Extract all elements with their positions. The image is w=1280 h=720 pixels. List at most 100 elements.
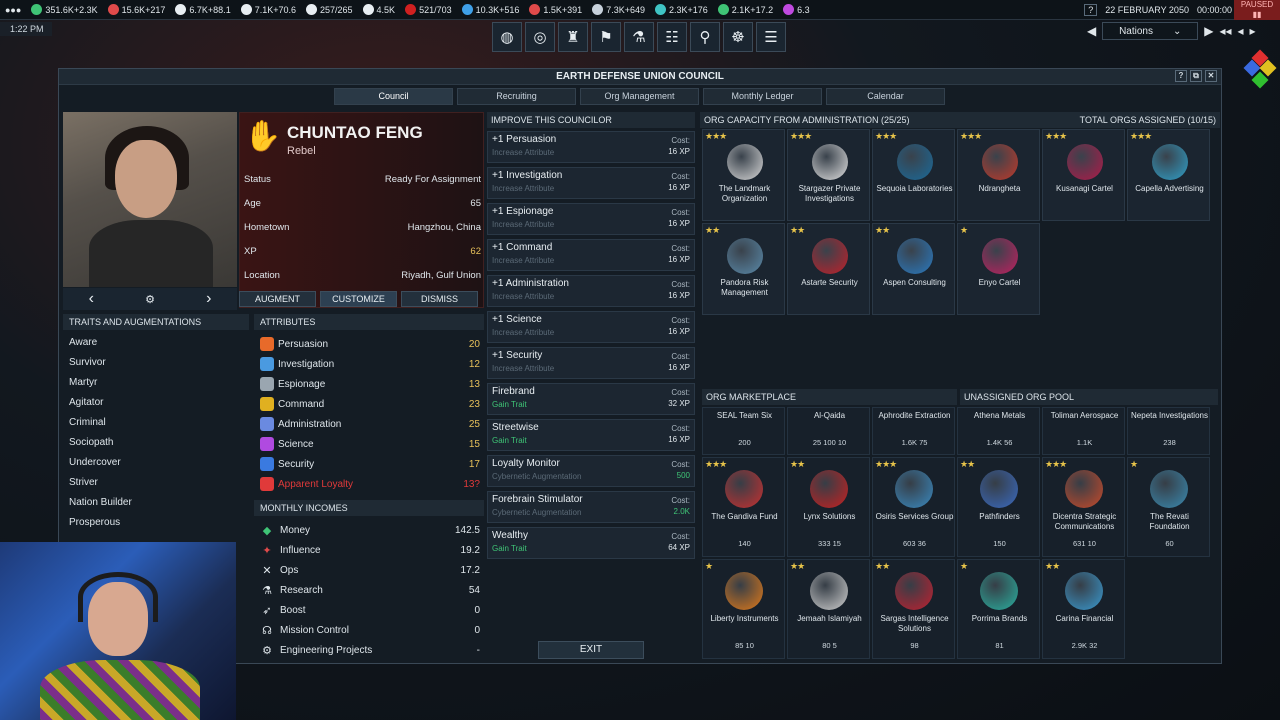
resource-5[interactable]: 4.5K <box>358 0 401 20</box>
close-icon[interactable]: ✕ <box>1205 70 1217 82</box>
globe-icon[interactable]: ◍ <box>492 22 522 52</box>
menu-dots[interactable]: ●●● <box>0 0 26 20</box>
trait-item[interactable]: Prosperous <box>63 513 249 533</box>
pin-icon[interactable]: ⚲ <box>690 22 720 52</box>
org-card[interactable]: ★★★ Capella Advertising <box>1127 129 1210 221</box>
trait-item[interactable]: Nation Builder <box>63 493 249 513</box>
log-icon[interactable]: ☰ <box>756 22 786 52</box>
improve-option[interactable]: Forebrain Stimulator Cybernetic Augmentat… <box>487 491 695 523</box>
resource-11[interactable]: 2.1K+17.2 <box>713 0 778 20</box>
improve-option[interactable]: Loyalty Monitor Cybernetic Augmentation Co… <box>487 455 695 487</box>
target-icon[interactable]: ◎ <box>525 22 555 52</box>
rewind-icon[interactable]: ◂◂ <box>1219 24 1231 38</box>
trait-item[interactable]: Martyr <box>63 373 249 393</box>
council-icon[interactable]: ♜ <box>558 22 588 52</box>
exit-button[interactable]: EXIT <box>538 641 644 659</box>
prev-arrow-icon[interactable]: ◀ <box>1087 24 1096 38</box>
market-org-card[interactable]: Athena Metals 1.4K 56 <box>957 407 1040 455</box>
market-org-card[interactable]: ★★★ Dicentra Strategic Communications 631 … <box>1042 457 1125 557</box>
trait-item[interactable]: Striver <box>63 473 249 493</box>
improve-option[interactable]: Wealthy Gain Trait Cost: 64 XP <box>487 527 695 559</box>
market-org-card[interactable]: Nepeta Investigations 238 <box>1127 407 1210 455</box>
customize-button[interactable]: CUSTOMIZE <box>320 291 397 307</box>
improve-option[interactable]: +1 Investigation Increase Attribute Cost: 1… <box>487 167 695 199</box>
improve-option[interactable]: Streetwise Gain Trait Cost: 16 XP <box>487 419 695 451</box>
market-org-card[interactable]: ★★ Lynx Solutions 333 15 <box>787 457 870 557</box>
next-arrow-icon[interactable]: ▶ <box>1204 24 1213 38</box>
org-logo-icon <box>1065 470 1103 508</box>
market-org-card[interactable]: ★★ Sargas Intelligence Solutions 98 <box>872 559 955 659</box>
alert-diamonds[interactable] <box>1243 49 1277 110</box>
research-icon[interactable]: ⚗ <box>624 22 654 52</box>
resource-3[interactable]: 7.1K+70.6 <box>236 0 301 20</box>
flag-icon[interactable]: ⚑ <box>591 22 621 52</box>
market-org-card[interactable]: ★ Liberty Instruments 85 10 <box>702 559 785 659</box>
tab-calendar[interactable]: Calendar <box>826 88 945 105</box>
trait-item[interactable]: Sociopath <box>63 433 249 453</box>
resource-9[interactable]: 7.3K+649 <box>587 0 650 20</box>
trait-item[interactable]: Agitator <box>63 393 249 413</box>
nations-dropdown[interactable]: Nations ⌄ <box>1102 22 1199 40</box>
market-org-card[interactable]: ★★ Pathfinders 150 <box>957 457 1040 557</box>
forward-icon[interactable]: ▸ <box>1250 24 1256 38</box>
resource-10[interactable]: 2.3K+176 <box>650 0 713 20</box>
org-card[interactable]: ★★★ Ndrangheta <box>957 129 1040 221</box>
tab-council[interactable]: Council <box>334 88 453 105</box>
org-card[interactable]: ★★ Pandora Risk Management <box>702 223 785 315</box>
org-card[interactable]: ★★★ Sequoia Laboratories <box>872 129 955 221</box>
trait-item[interactable]: Survivor <box>63 353 249 373</box>
paused-indicator[interactable]: PAUSED ▮▮ <box>1234 0 1280 20</box>
prev-councilor-icon[interactable]: ‹ <box>89 290 94 308</box>
tab-monthly-ledger[interactable]: Monthly Ledger <box>703 88 822 105</box>
trait-item[interactable]: Undercover <box>63 453 249 473</box>
back-icon[interactable]: ◂ <box>1238 24 1244 38</box>
augment-button[interactable]: AUGMENT <box>239 291 316 307</box>
org-card[interactable]: ★★★ Stargazer Private Investigations <box>787 129 870 221</box>
trait-item[interactable]: Criminal <box>63 413 249 433</box>
improve-option[interactable]: +1 Persuasion Increase Attribute Cost: 16 X… <box>487 131 695 163</box>
improve-option[interactable]: +1 Security Increase Attribute Cost: 16 XP <box>487 347 695 379</box>
trait-item[interactable]: Aware <box>63 333 249 353</box>
market-org-card[interactable]: Al-Qaida 25 100 10 <box>787 407 870 455</box>
market-org-card[interactable]: Aphrodite Extraction 1.6K 75 <box>872 407 955 455</box>
improve-option[interactable]: +1 Science Increase Attribute Cost: 16 XP <box>487 311 695 343</box>
org-card[interactable]: ★★★ The Landmark Organization <box>702 129 785 221</box>
improve-option[interactable]: Firebrand Gain Trait Cost: 32 XP <box>487 383 695 415</box>
org-card[interactable]: ★★ Astarte Security <box>787 223 870 315</box>
marketplace-header[interactable]: ORG MARKETPLACE <box>702 389 957 405</box>
market-org-card[interactable]: ★★★ The Gandiva Fund 140 <box>702 457 785 557</box>
resource-8[interactable]: 1.5K+391 <box>524 0 587 20</box>
minimize-icon[interactable]: ⧉ <box>1190 70 1202 82</box>
market-org-card[interactable]: ★★★ Osiris Services Group 603 36 <box>872 457 955 557</box>
market-org-card[interactable]: ★★ Jemaah Islamiyah 80 5 <box>787 559 870 659</box>
resource-2[interactable]: 6.7K+88.1 <box>170 0 235 20</box>
next-councilor-icon[interactable]: › <box>206 290 211 308</box>
tab-org-management[interactable]: Org Management <box>580 88 699 105</box>
market-org-card[interactable]: SEAL Team Six 200 <box>702 407 785 455</box>
improve-option[interactable]: +1 Command Increase Attribute Cost: 16 XP <box>487 239 695 271</box>
help-icon[interactable]: ? <box>1084 4 1098 16</box>
dismiss-button[interactable]: DISMISS <box>401 291 478 307</box>
sliders-icon[interactable]: ☷ <box>657 22 687 52</box>
improve-option[interactable]: +1 Administration Increase Attribute Cost:… <box>487 275 695 307</box>
brain-icon[interactable]: ☸ <box>723 22 753 52</box>
org-pool-header[interactable]: UNASSIGNED ORG POOL <box>960 389 1218 405</box>
resource-0[interactable]: 351.6K+2.3K <box>26 0 102 20</box>
research-icon: ⚗ <box>262 584 272 597</box>
appearance-icon[interactable]: ⚙ <box>145 293 155 306</box>
org-card[interactable]: ★★★ Kusanagi Cartel <box>1042 129 1125 221</box>
resource-6[interactable]: 521/703 <box>400 0 457 20</box>
improve-option[interactable]: +1 Espionage Increase Attribute Cost: 16 XP <box>487 203 695 235</box>
market-org-card[interactable]: ★★ Carina Financial 2.9K 32 <box>1042 559 1125 659</box>
resource-1[interactable]: 15.6K+217 <box>103 0 171 20</box>
market-org-card[interactable]: ★ Porrima Brands 81 <box>957 559 1040 659</box>
resource-4[interactable]: 257/265 <box>301 0 358 20</box>
help-icon[interactable]: ? <box>1175 70 1187 82</box>
resource-12[interactable]: 6.3 <box>778 0 815 20</box>
resource-7[interactable]: 10.3K+516 <box>457 0 525 20</box>
market-org-card[interactable]: ★ The Revati Foundation 60 <box>1127 457 1210 557</box>
org-card[interactable]: ★ Enyo Cartel <box>957 223 1040 315</box>
tab-recruiting[interactable]: Recruiting <box>457 88 576 105</box>
market-org-card[interactable]: Toliman Aerospace 1.1K <box>1042 407 1125 455</box>
org-card[interactable]: ★★ Aspen Consulting <box>872 223 955 315</box>
